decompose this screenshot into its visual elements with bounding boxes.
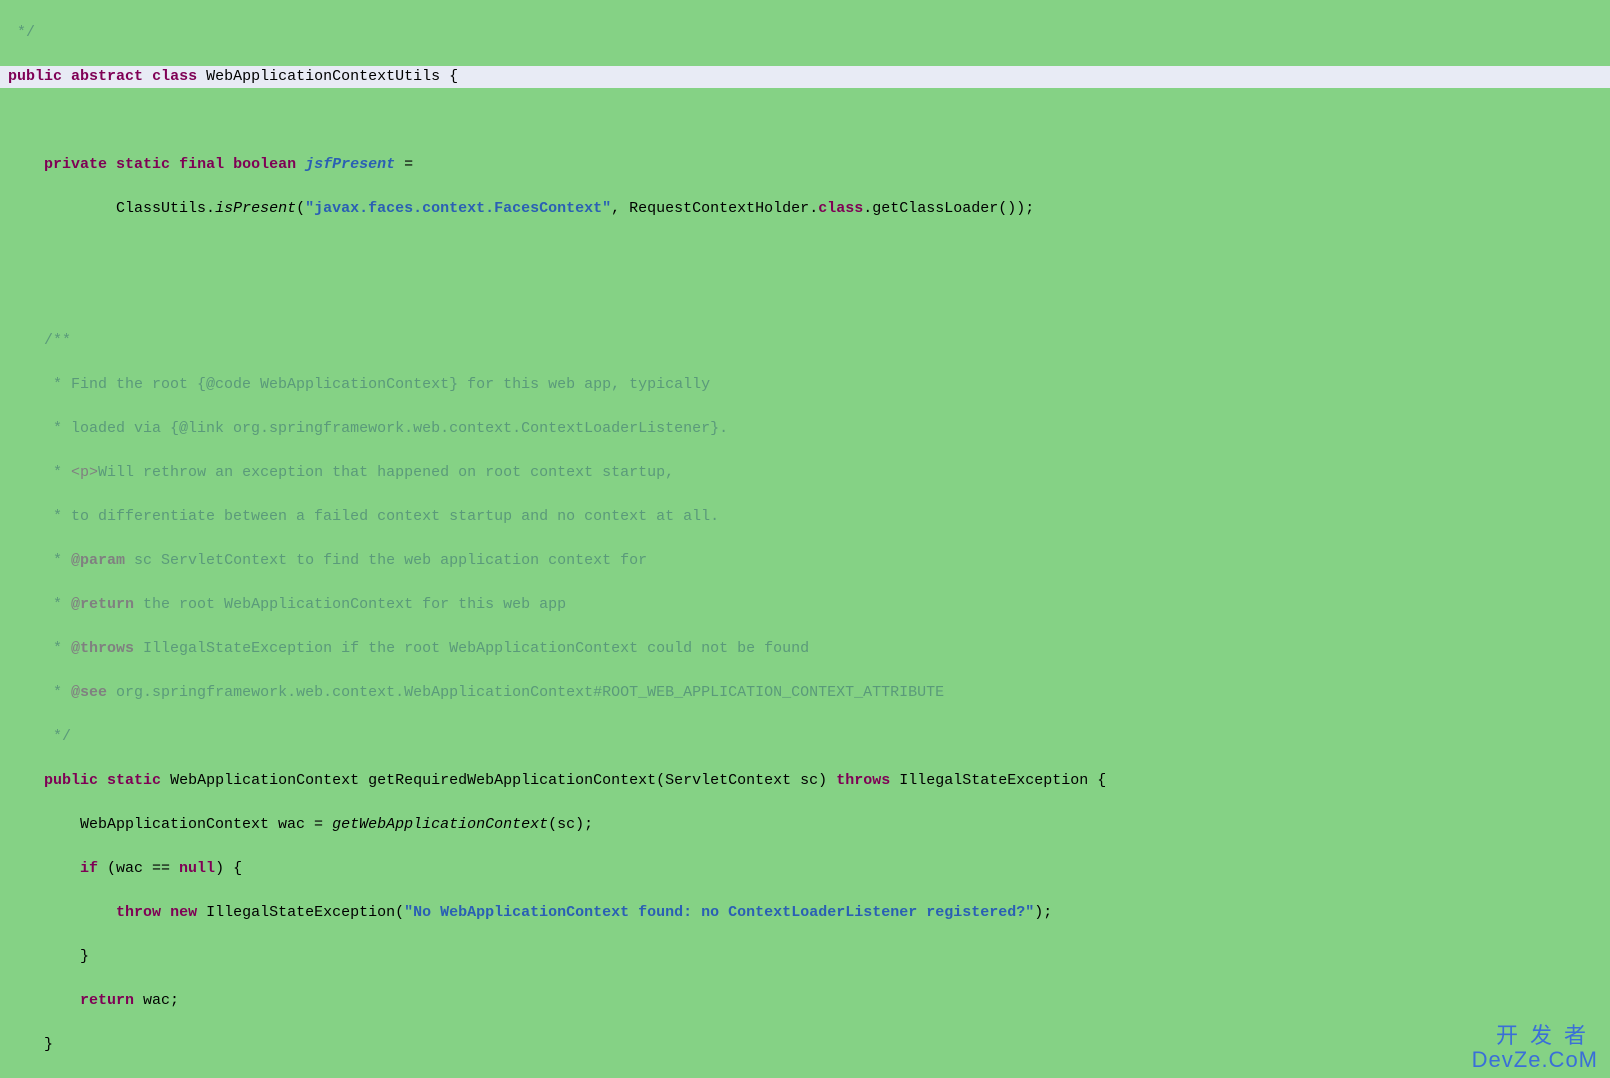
code-line: public static WebApplicationContext getR… [0, 770, 1610, 792]
text: .getClassLoader()); [863, 200, 1034, 217]
keyword: return [80, 992, 134, 1009]
field: jsfPresent [305, 156, 395, 173]
method: isPresent [215, 200, 296, 217]
text: (sc); [548, 816, 593, 833]
code-line: throw new IllegalStateException("No WebA… [0, 902, 1610, 924]
text: WebApplicationContext getRequiredWebAppl… [161, 772, 836, 789]
code-line-highlight: public abstract class WebApplicationCont… [0, 66, 1610, 88]
keyword: class [152, 68, 197, 85]
code-line: * @see org.springframework.web.context.W… [0, 682, 1610, 704]
keyword: public [44, 772, 98, 789]
text: ) { [215, 860, 242, 877]
javadoc: org.springframework.web.context.WebAppli… [107, 684, 944, 701]
javadoc-tag: @throws [71, 640, 134, 657]
javadoc: * to differentiate between a failed cont… [44, 508, 719, 525]
code-line: * @return the root WebApplicationContext… [0, 594, 1610, 616]
code-line: */ [0, 726, 1610, 748]
keyword: abstract [71, 68, 143, 85]
keyword: boolean [233, 156, 296, 173]
keyword: throw [116, 904, 161, 921]
code-line: * loaded via {@link org.springframework.… [0, 418, 1610, 440]
keyword: private [44, 156, 107, 173]
text: WebApplicationContext wac = [80, 816, 332, 833]
javadoc: /** [44, 332, 71, 349]
code-line: } [0, 1034, 1610, 1056]
keyword: class [818, 200, 863, 217]
text: ); [1034, 904, 1052, 921]
code-line: } [0, 946, 1610, 968]
text: IllegalStateException { [890, 772, 1106, 789]
javadoc: * [44, 684, 71, 701]
text: ClassUtils. [116, 200, 215, 217]
text: IllegalStateException( [197, 904, 404, 921]
code-line: * Find the root {@code WebApplicationCon… [0, 374, 1610, 396]
code-line: */ [0, 22, 1610, 44]
keyword: if [80, 860, 98, 877]
keyword: static [107, 772, 161, 789]
javadoc: * [44, 464, 71, 481]
javadoc: Will rethrow an exception that happened … [98, 464, 674, 481]
class-name: WebApplicationContextUtils [206, 68, 440, 85]
code-line: /** [0, 330, 1610, 352]
code-line: return wac; [0, 990, 1610, 1012]
method: getWebApplicationContext [332, 816, 548, 833]
code-line: * @param sc ServletContext to find the w… [0, 550, 1610, 572]
brace: } [80, 948, 89, 965]
code-line: WebApplicationContext wac = getWebApplic… [0, 814, 1610, 836]
javadoc-tag: @return [71, 596, 134, 613]
text: ( [296, 200, 305, 217]
code-line [0, 286, 1610, 308]
javadoc: sc ServletContext to find the web applic… [125, 552, 647, 569]
javadoc: * [44, 596, 71, 613]
code-line: * @throws IllegalStateException if the r… [0, 638, 1610, 660]
javadoc-tag: @param [71, 552, 125, 569]
javadoc: * [44, 640, 71, 657]
keyword: null [179, 860, 215, 877]
javadoc-tag: @see [71, 684, 107, 701]
code-line: private static final boolean jsfPresent … [0, 154, 1610, 176]
text: (wac == [98, 860, 179, 877]
code-line [0, 242, 1610, 264]
keyword: public [8, 68, 62, 85]
html-tag: <p> [71, 464, 98, 481]
code-line [0, 110, 1610, 132]
brace: } [44, 1036, 53, 1053]
javadoc: * loaded via {@link org.springframework.… [44, 420, 728, 437]
javadoc: IllegalStateException if the root WebApp… [134, 640, 809, 657]
text: , RequestContextHolder. [611, 200, 818, 217]
keyword: static [116, 156, 170, 173]
string: "No WebApplicationContext found: no Cont… [404, 904, 1034, 921]
code-line: * to differentiate between a failed cont… [0, 506, 1610, 528]
code-line: * <p>Will rethrow an exception that happ… [0, 462, 1610, 484]
keyword: final [179, 156, 224, 173]
javadoc: the root WebApplicationContext for this … [134, 596, 566, 613]
keyword: new [170, 904, 197, 921]
brace: { [440, 68, 458, 85]
javadoc: * [44, 552, 71, 569]
code-line: ClassUtils.isPresent("javax.faces.contex… [0, 198, 1610, 220]
text: = [395, 156, 413, 173]
comment: */ [8, 24, 35, 41]
code-line: if (wac == null) { [0, 858, 1610, 880]
javadoc: */ [44, 728, 71, 745]
text: wac; [134, 992, 179, 1009]
javadoc: * Find the root {@code WebApplicationCon… [44, 376, 710, 393]
string: "javax.faces.context.FacesContext" [305, 200, 611, 217]
keyword: throws [836, 772, 890, 789]
code-block: */ public abstract class WebApplicationC… [0, 0, 1610, 1078]
